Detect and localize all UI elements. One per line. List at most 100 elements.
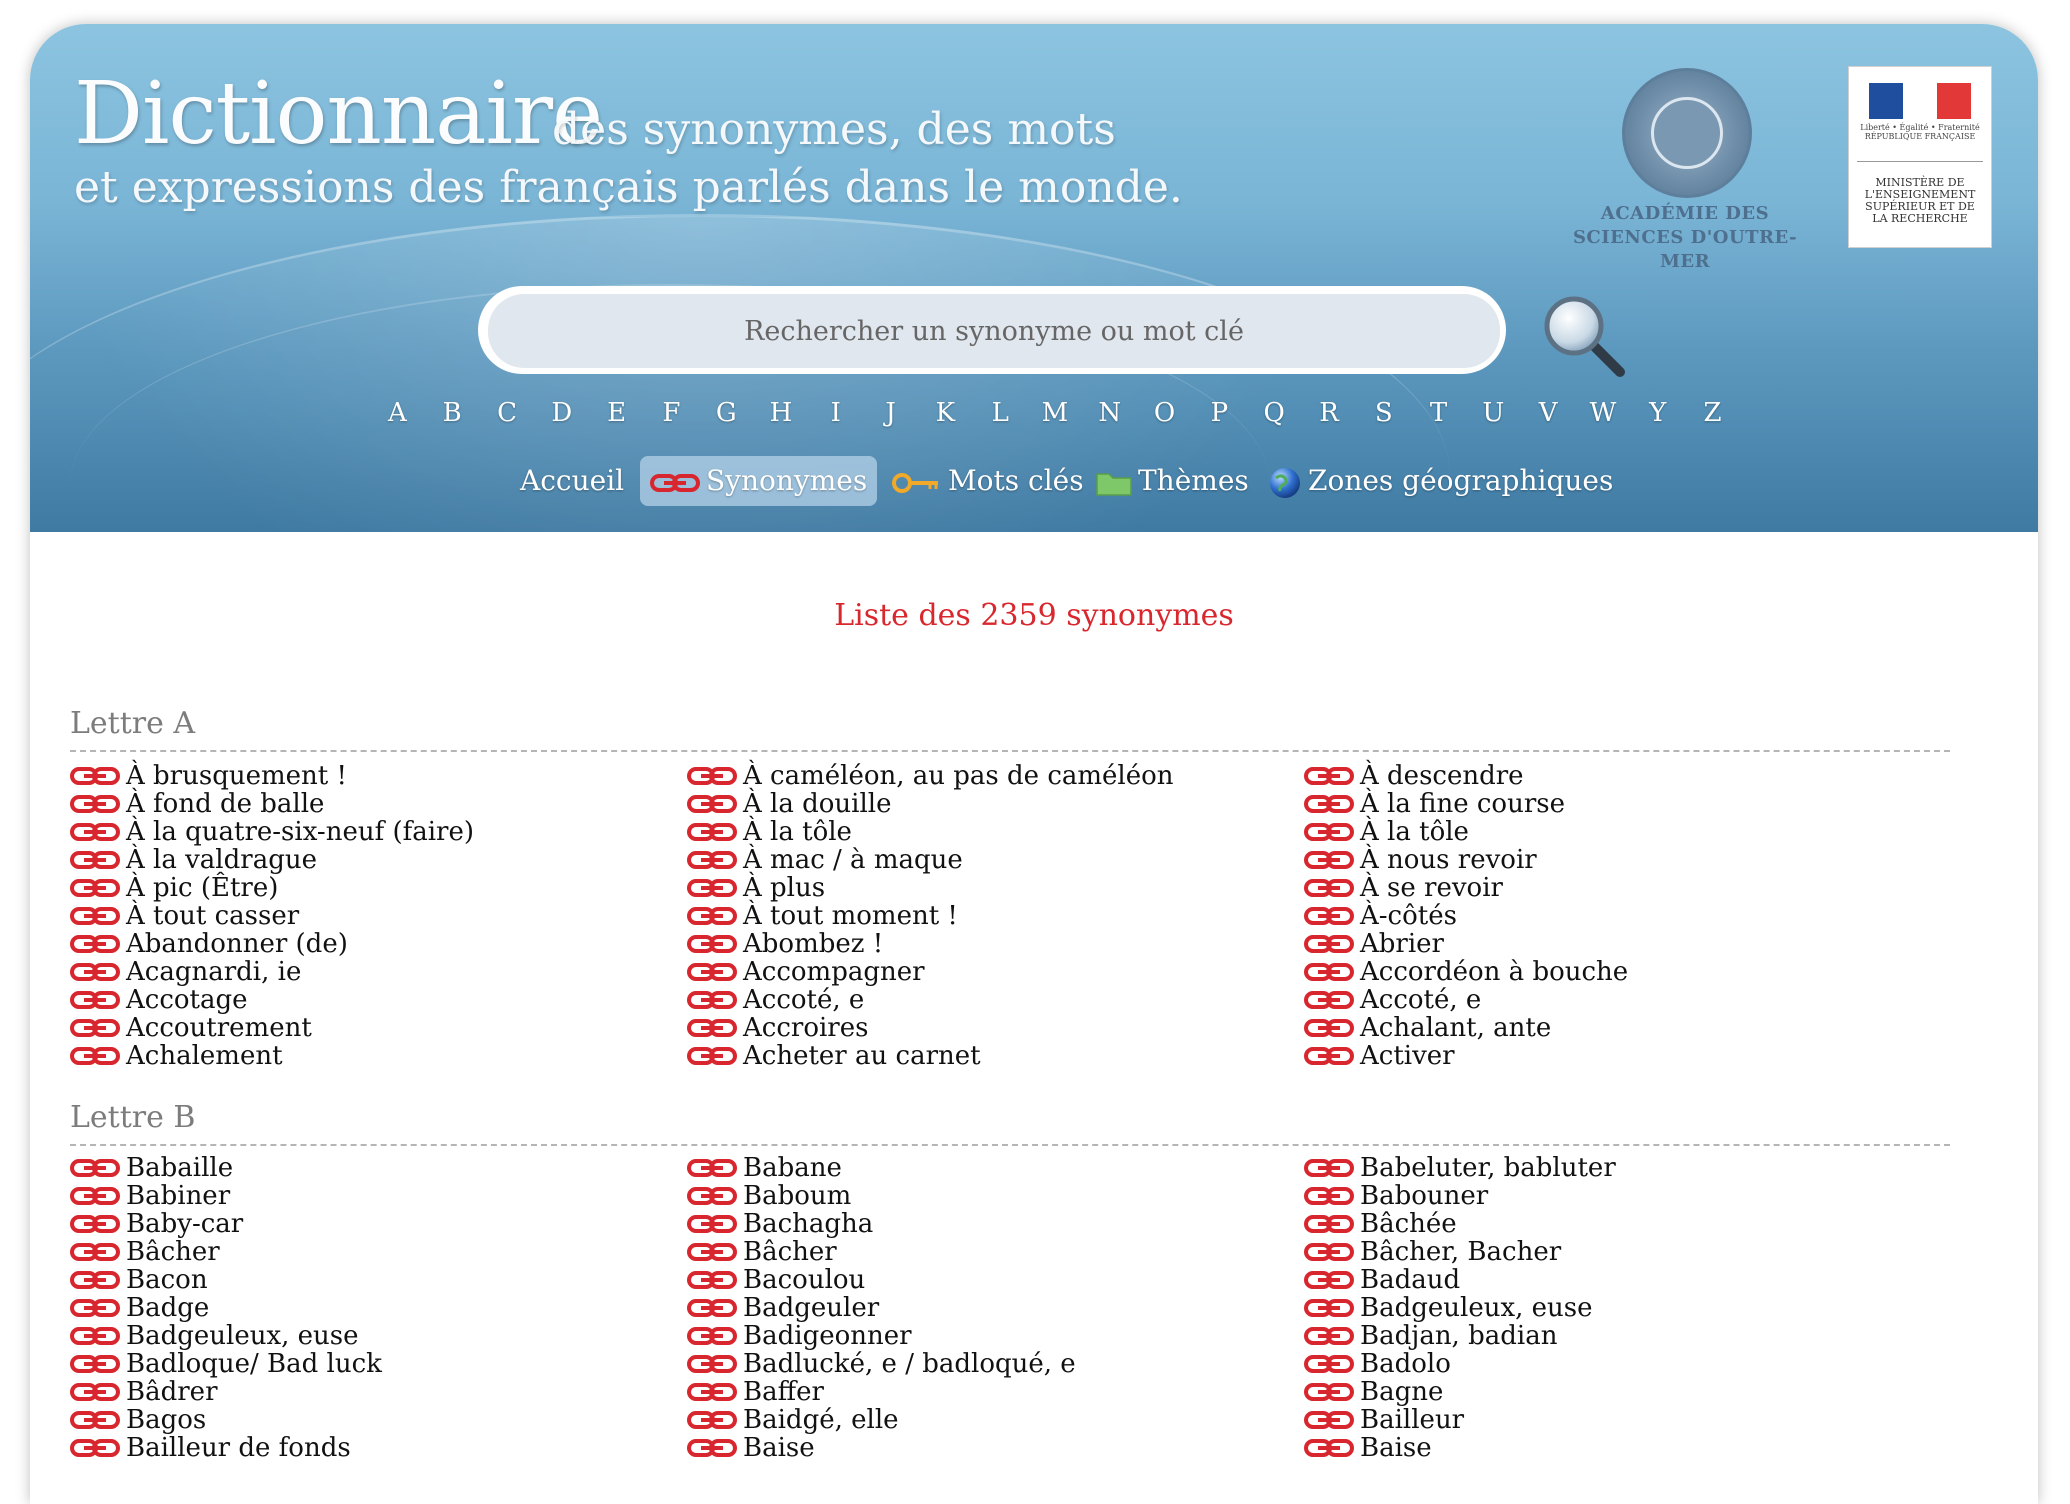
letter-i[interactable]: I <box>808 398 863 438</box>
synonym-entry[interactable]: Bailleur de fonds <box>70 1434 670 1462</box>
synonym-entry[interactable]: À se revoir <box>1304 874 1904 902</box>
letter-e[interactable]: E <box>589 398 644 438</box>
letter-n[interactable]: N <box>1082 398 1137 438</box>
academie-label[interactable]: ACADÉMIE DES SCIENCES D'OUTRE-MER <box>1550 202 1820 274</box>
synonym-entry[interactable]: Baboum <box>687 1182 1287 1210</box>
search-input[interactable] <box>488 294 1500 368</box>
synonym-entry[interactable]: À caméléon, au pas de caméléon <box>687 762 1287 790</box>
synonym-entry[interactable]: Bacon <box>70 1266 670 1294</box>
synonym-entry[interactable]: À-côtés <box>1304 902 1904 930</box>
synonym-entry[interactable]: Badaud <box>1304 1266 1904 1294</box>
letter-l[interactable]: L <box>973 398 1028 438</box>
synonym-entry[interactable]: Baby-car <box>70 1210 670 1238</box>
nav-accueil[interactable]: Accueil <box>520 456 624 506</box>
academie-seal-logo[interactable] <box>1622 68 1752 198</box>
synonym-entry[interactable]: Badjan, badian <box>1304 1322 1904 1350</box>
synonym-entry[interactable]: Baise <box>1304 1434 1904 1462</box>
synonym-entry[interactable]: Badgeuleux, euse <box>70 1322 670 1350</box>
synonym-entry[interactable]: À la douille <box>687 790 1287 818</box>
synonym-entry[interactable]: Accoté, e <box>1304 986 1904 1014</box>
synonym-entry[interactable]: Babaille <box>70 1154 670 1182</box>
synonym-entry[interactable]: À descendre <box>1304 762 1904 790</box>
synonym-entry[interactable]: Baffer <box>687 1378 1287 1406</box>
letter-j[interactable]: J <box>863 398 918 438</box>
synonym-entry[interactable]: Bagne <box>1304 1378 1904 1406</box>
nav-synonymes[interactable]: Synonymes <box>640 456 878 506</box>
letter-q[interactable]: Q <box>1247 398 1302 438</box>
synonym-entry[interactable]: Badloque/ Bad luck <box>70 1350 670 1378</box>
synonym-entry[interactable]: À nous revoir <box>1304 846 1904 874</box>
synonym-entry[interactable]: À la tôle <box>1304 818 1904 846</box>
synonym-entry[interactable]: Achalement <box>70 1042 670 1070</box>
letter-k[interactable]: K <box>918 398 973 438</box>
synonym-entry[interactable]: Badgeuleux, euse <box>1304 1294 1904 1322</box>
letter-m[interactable]: M <box>1028 398 1083 438</box>
synonym-entry[interactable]: Bagos <box>70 1406 670 1434</box>
nav-mots-cles[interactable]: Mots clés <box>892 456 1084 506</box>
letter-v[interactable]: V <box>1521 398 1576 438</box>
synonym-entry[interactable]: À pic (Être) <box>70 874 670 902</box>
letter-f[interactable]: F <box>644 398 699 438</box>
letter-s[interactable]: S <box>1356 398 1411 438</box>
synonym-entry[interactable]: Badolo <box>1304 1350 1904 1378</box>
synonym-entry[interactable]: Babouner <box>1304 1182 1904 1210</box>
synonym-entry[interactable]: Activer <box>1304 1042 1904 1070</box>
synonym-entry[interactable]: Badigeonner <box>687 1322 1287 1350</box>
synonym-entry[interactable]: À mac / à maque <box>687 846 1287 874</box>
synonym-entry[interactable]: Bâcher, Bacher <box>1304 1238 1904 1266</box>
synonym-entry[interactable]: Accroires <box>687 1014 1287 1042</box>
ministere-logo[interactable]: Liberté • Égalité • Fraternité RÉPUBLIQU… <box>1848 66 1992 248</box>
search-icon[interactable] <box>1542 294 1628 380</box>
letter-h[interactable]: H <box>754 398 809 438</box>
synonym-entry[interactable]: Babiner <box>70 1182 670 1210</box>
synonym-entry[interactable]: Bailleur <box>1304 1406 1904 1434</box>
letter-p[interactable]: P <box>1192 398 1247 438</box>
letter-g[interactable]: G <box>699 398 754 438</box>
nav-themes[interactable]: Thèmes <box>1096 456 1249 506</box>
synonym-entry[interactable]: Bacoulou <box>687 1266 1287 1294</box>
synonym-entry[interactable]: Bâcher <box>70 1238 670 1266</box>
letter-w[interactable]: W <box>1576 398 1631 438</box>
synonym-entry[interactable]: Abrier <box>1304 930 1904 958</box>
synonym-entry[interactable]: À brusquement ! <box>70 762 670 790</box>
synonym-entry[interactable]: Abandonner (de) <box>70 930 670 958</box>
synonym-entry[interactable]: À la quatre-six-neuf (faire) <box>70 818 670 846</box>
synonym-entry[interactable]: Abombez ! <box>687 930 1287 958</box>
synonym-entry[interactable]: À tout casser <box>70 902 670 930</box>
synonym-entry[interactable]: Acheter au carnet <box>687 1042 1287 1070</box>
synonym-entry[interactable]: Accoté, e <box>687 986 1287 1014</box>
synonym-entry[interactable]: Babane <box>687 1154 1287 1182</box>
letter-u[interactable]: U <box>1466 398 1521 438</box>
synonym-entry[interactable]: À la valdrague <box>70 846 670 874</box>
synonym-entry[interactable]: À la tôle <box>687 818 1287 846</box>
letter-o[interactable]: O <box>1137 398 1192 438</box>
synonym-entry[interactable]: Accompagner <box>687 958 1287 986</box>
synonym-entry[interactable]: Bâdrer <box>70 1378 670 1406</box>
synonym-entry[interactable]: Achalant, ante <box>1304 1014 1904 1042</box>
synonym-entry[interactable]: À tout moment ! <box>687 902 1287 930</box>
synonym-entry[interactable]: À plus <box>687 874 1287 902</box>
synonym-entry[interactable]: Acagnardi, ie <box>70 958 670 986</box>
synonym-entry[interactable]: Badlucké, e / badloqué, e <box>687 1350 1287 1378</box>
synonym-entry[interactable]: Bâcher <box>687 1238 1287 1266</box>
synonym-entry[interactable]: Accotage <box>70 986 670 1014</box>
letter-c[interactable]: C <box>480 398 535 438</box>
synonym-entry[interactable]: Babeluter, babluter <box>1304 1154 1904 1182</box>
letter-b[interactable]: B <box>425 398 480 438</box>
site-title[interactable]: Dictionnaire <box>74 64 603 164</box>
synonym-entry[interactable]: Bachagha <box>687 1210 1287 1238</box>
synonym-entry[interactable]: Badgeuler <box>687 1294 1287 1322</box>
synonym-entry[interactable]: Accoutrement <box>70 1014 670 1042</box>
synonym-entry[interactable]: Badge <box>70 1294 670 1322</box>
synonym-entry[interactable]: Accordéon à bouche <box>1304 958 1904 986</box>
nav-zones[interactable]: Zones géographiques <box>1268 456 1613 506</box>
synonym-entry[interactable]: À fond de balle <box>70 790 670 818</box>
letter-z[interactable]: Z <box>1685 398 1740 438</box>
letter-d[interactable]: D <box>534 398 589 438</box>
synonym-entry[interactable]: À la fine course <box>1304 790 1904 818</box>
letter-t[interactable]: T <box>1411 398 1466 438</box>
synonym-entry[interactable]: Bâchée <box>1304 1210 1904 1238</box>
letter-r[interactable]: R <box>1302 398 1357 438</box>
synonym-entry[interactable]: Baidgé, elle <box>687 1406 1287 1434</box>
letter-y[interactable]: Y <box>1630 398 1685 438</box>
